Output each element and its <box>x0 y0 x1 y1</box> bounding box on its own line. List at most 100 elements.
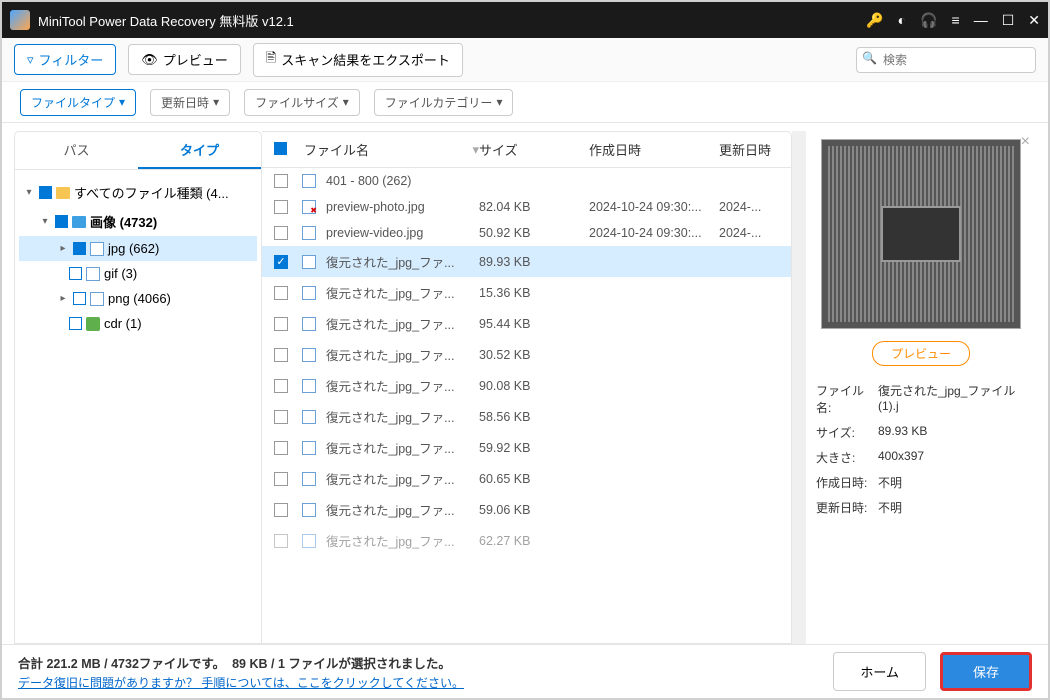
meta-dim-label: 大きさ: <box>816 449 878 466</box>
row-checkbox[interactable] <box>274 410 288 424</box>
file-name: 復元された_jpg_ファ... <box>326 314 455 333</box>
tree-gif[interactable]: gif (3) <box>19 261 257 286</box>
table-row[interactable]: 復元された_jpg_ファ...59.06 KB <box>262 494 791 525</box>
row-checkbox[interactable] <box>274 472 288 486</box>
row-checkbox[interactable] <box>274 348 288 362</box>
search-input[interactable] <box>856 47 1036 73</box>
row-checkbox[interactable] <box>274 286 288 300</box>
chip-filetype[interactable]: ファイルタイプ ▾ <box>20 89 136 116</box>
export-button[interactable]: 🖹スキャン結果をエクスポート <box>253 43 463 77</box>
table-row[interactable]: 復元された_jpg_ファ... 95.44 KB <box>262 308 791 339</box>
save-button[interactable]: 保存 <box>940 652 1032 691</box>
file-modified: 2024-... <box>719 200 779 214</box>
table-row[interactable]: preview-photo.jpg82.04 KB2024-10-24 09:3… <box>262 194 791 220</box>
row-checkbox[interactable] <box>274 534 288 548</box>
file-icon <box>302 410 316 424</box>
minimize-icon[interactable]: — <box>974 12 988 28</box>
preview-open-button[interactable]: プレビュー <box>872 341 970 366</box>
tree-images[interactable]: ▾画像 (4732) <box>19 207 257 236</box>
file-name: 復元された_jpg_ファ... <box>326 531 455 550</box>
filter-button[interactable]: ▿フィルター <box>14 44 116 75</box>
preview-button[interactable]: 👁プレビュー <box>128 44 241 75</box>
chip-filesize[interactable]: ファイルサイズ ▾ <box>244 89 360 116</box>
chip-category[interactable]: ファイルカテゴリー ▾ <box>374 89 514 116</box>
row-checkbox[interactable] <box>274 226 288 240</box>
col-size[interactable]: サイズ <box>479 140 589 159</box>
tree-png[interactable]: ▸png (4066) <box>19 286 257 311</box>
row-checkbox[interactable] <box>274 379 288 393</box>
file-size: 59.92 KB <box>479 441 589 455</box>
file-size: 82.04 KB <box>479 200 589 214</box>
file-icon <box>302 503 316 517</box>
close-icon[interactable]: ✕ <box>1028 12 1040 29</box>
file-modified: 2024-... <box>719 226 779 240</box>
table-row[interactable]: 復元された_jpg_ファ...30.52 KB <box>262 339 791 370</box>
scrollbar[interactable] <box>792 131 806 644</box>
chevron-down-icon: ▾ <box>496 95 502 109</box>
row-checkbox[interactable]: ✓ <box>274 255 288 269</box>
file-icon <box>302 317 316 331</box>
chevron-down-icon: ▾ <box>213 95 219 109</box>
meta-created-label: 作成日時: <box>816 474 878 491</box>
file-list: ファイル名 ▾ サイズ 作成日時 更新日時 401 - 800 (262) pre… <box>262 131 792 644</box>
file-name: 復元された_jpg_ファ... <box>326 283 455 302</box>
tree-jpg[interactable]: ▸jpg (662) <box>19 236 257 261</box>
file-name: 401 - 800 (262) <box>326 174 411 188</box>
maximize-icon[interactable]: ☐ <box>1002 12 1015 29</box>
export-icon: 🖹 <box>266 49 276 71</box>
row-checkbox[interactable] <box>274 317 288 331</box>
select-all-checkbox[interactable] <box>274 142 287 155</box>
file-icon <box>302 534 316 548</box>
col-created[interactable]: 作成日時 <box>589 140 719 159</box>
file-icon <box>302 200 316 214</box>
close-preview-icon[interactable]: × <box>1021 133 1030 151</box>
menu-icon[interactable]: ≡ <box>952 12 960 28</box>
chip-modified[interactable]: 更新日時 ▾ <box>150 89 230 116</box>
row-checkbox[interactable] <box>274 174 288 188</box>
col-name[interactable]: ファイル名 ▾ <box>304 140 479 159</box>
tree-cdr[interactable]: cdr (1) <box>19 311 257 336</box>
globe-icon[interactable]: ◐ <box>898 12 906 28</box>
file-name: 復元された_jpg_ファ... <box>326 438 455 457</box>
row-checkbox[interactable] <box>274 200 288 214</box>
col-modified[interactable]: 更新日時 <box>719 140 779 159</box>
footer: 合計 221.2 MB / 4732ファイルです。 89 KB / 1 ファイル… <box>2 644 1048 698</box>
table-row[interactable]: 復元された_jpg_ファ...60.65 KB <box>262 463 791 494</box>
chevron-down-icon: ▾ <box>343 95 349 109</box>
meta-size-value: 89.93 KB <box>878 424 1026 441</box>
key-icon[interactable]: 🔑 <box>866 12 883 29</box>
file-icon <box>302 348 316 362</box>
table-row[interactable]: 復元された_jpg_ファ...90.08 KB <box>262 370 791 401</box>
app-title: MiniTool Power Data Recovery 無料版 v12.1 <box>38 11 294 30</box>
eye-icon: 👁 <box>141 52 158 68</box>
file-icon <box>302 226 316 240</box>
toolbar: ▿フィルター 👁プレビュー 🖹スキャン結果をエクスポート <box>2 38 1048 82</box>
table-row[interactable]: 復元された_jpg_ファ...62.27 KB <box>262 525 791 556</box>
file-size: 59.06 KB <box>479 503 589 517</box>
file-icon <box>302 379 316 393</box>
table-row[interactable]: 復元された_jpg_ファ...58.56 KB <box>262 401 791 432</box>
file-name: preview-video.jpg <box>326 226 423 240</box>
table-row[interactable]: 復元された_jpg_ファ...15.36 KB <box>262 277 791 308</box>
meta-name-label: ファイル名: <box>816 382 878 416</box>
row-checkbox[interactable] <box>274 503 288 517</box>
row-checkbox[interactable] <box>274 441 288 455</box>
tab-type[interactable]: タイプ <box>138 132 261 169</box>
table-row[interactable]: 401 - 800 (262) <box>262 168 791 194</box>
table-row[interactable]: preview-video.jpg50.92 KB2024-10-24 09:3… <box>262 220 791 246</box>
file-size: 60.65 KB <box>479 472 589 486</box>
tree-all-types[interactable]: ▾すべてのファイル種類 (4... <box>19 178 257 207</box>
file-size: 50.92 KB <box>479 226 589 240</box>
file-size: 95.44 KB <box>479 317 589 331</box>
table-header: ファイル名 ▾ サイズ 作成日時 更新日時 <box>262 132 791 168</box>
table-row[interactable]: ✓復元された_jpg_ファ...89.93 KB <box>262 246 791 277</box>
table-row[interactable]: 復元された_jpg_ファ... 59.92 KB <box>262 432 791 463</box>
file-name: 復元された_jpg_ファ... <box>326 376 455 395</box>
meta-dim-value: 400x397 <box>878 449 1026 466</box>
tab-path[interactable]: パス <box>15 132 138 169</box>
file-name: 復元された_jpg_ファ... <box>326 345 455 364</box>
headset-icon[interactable]: 🎧 <box>920 12 937 29</box>
help-link[interactable]: データ復旧に問題がありますか？ 手順については、ここをクリックしてください。 <box>18 674 464 691</box>
home-button[interactable]: ホーム <box>833 652 926 691</box>
folder-icon <box>56 187 70 199</box>
